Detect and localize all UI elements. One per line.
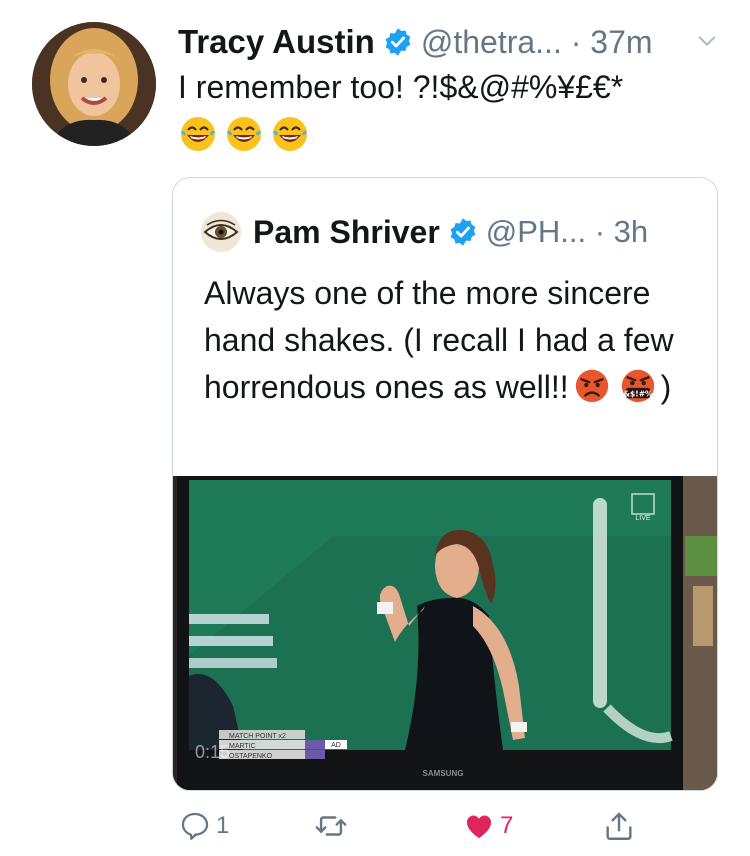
share-icon bbox=[606, 812, 632, 840]
quoted-tweet-header: Pam Shriver @PH... · 3h bbox=[201, 210, 648, 254]
share-button[interactable] bbox=[602, 806, 640, 846]
reply-count: 1 bbox=[216, 812, 230, 839]
pouting-face-emoji-icon bbox=[575, 369, 608, 403]
author-handle-time: @thetra... · 37m bbox=[420, 23, 653, 60]
author-avatar[interactable] bbox=[32, 22, 156, 146]
chevron-down-icon[interactable] bbox=[696, 30, 718, 52]
scoreboard-player2: OSTAPENKO bbox=[229, 753, 273, 760]
video-timer: 0:15 bbox=[195, 742, 230, 762]
tears-of-joy-emoji-icon bbox=[273, 117, 307, 151]
quoted-text-close: ) bbox=[660, 369, 672, 405]
tears-of-joy-emoji-icon bbox=[181, 117, 215, 151]
retweet-button[interactable] bbox=[314, 806, 352, 846]
reply-button[interactable]: 1 bbox=[178, 806, 229, 846]
like-count: 7 bbox=[500, 812, 514, 839]
tweet[interactable]: Tracy Austin @thetra... · 37m I remember… bbox=[0, 0, 750, 856]
tweet-emoji-row bbox=[178, 114, 310, 154]
scoreboard-player1: MARTIC bbox=[229, 743, 256, 750]
quoted-author-handle-time: @PH... · 3h bbox=[485, 214, 649, 249]
retweet-icon bbox=[315, 816, 347, 836]
reply-icon bbox=[181, 812, 209, 840]
scoreboard-score-tag: AD bbox=[331, 742, 341, 749]
face-with-symbols-on-mouth-emoji-icon: &$!#% bbox=[621, 369, 654, 403]
svg-text:&$!#%: &$!#% bbox=[623, 389, 653, 398]
tweet-text: I remember too! ?!$&@#%¥£€* bbox=[178, 69, 624, 105]
tears-of-joy-emoji-icon bbox=[227, 117, 261, 151]
verified-badge-icon bbox=[385, 28, 411, 56]
verified-badge-icon bbox=[450, 218, 476, 246]
channel-logo-text: LIVE bbox=[635, 515, 651, 522]
heart-filled-icon bbox=[466, 815, 492, 839]
tv-brand-label: SAMSUNG bbox=[423, 769, 464, 778]
scoreboard-label: MATCH POINT x2 bbox=[229, 733, 286, 740]
quoted-author-name[interactable]: Pam Shriver bbox=[253, 214, 440, 251]
tweet-header: Tracy Austin @thetra... · 37m bbox=[178, 20, 728, 64]
author-name[interactable]: Tracy Austin bbox=[178, 23, 375, 61]
like-button[interactable]: 7 bbox=[462, 806, 513, 846]
quoted-video-media[interactable]: LIVE MATCH POINT x2 MARTIC OSTAPENKO AD … bbox=[173, 476, 717, 790]
quoted-author-avatar[interactable] bbox=[201, 212, 241, 252]
quoted-tweet-text: Always one of the more sincere hand shak… bbox=[204, 270, 704, 411]
tweet-actions-bar: 1 7 bbox=[172, 806, 652, 846]
quoted-tweet-card[interactable]: Pam Shriver @PH... · 3h Always one of th… bbox=[172, 177, 718, 791]
